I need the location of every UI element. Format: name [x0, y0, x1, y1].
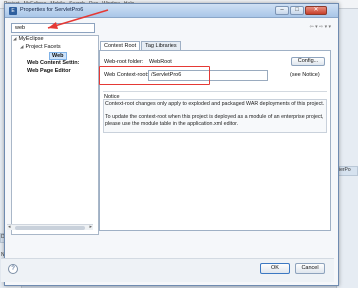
annotation-arrow: [47, 9, 109, 29]
annotation-arrow-shaft: [47, 9, 109, 29]
annotation-arrow-head: [48, 22, 58, 29]
